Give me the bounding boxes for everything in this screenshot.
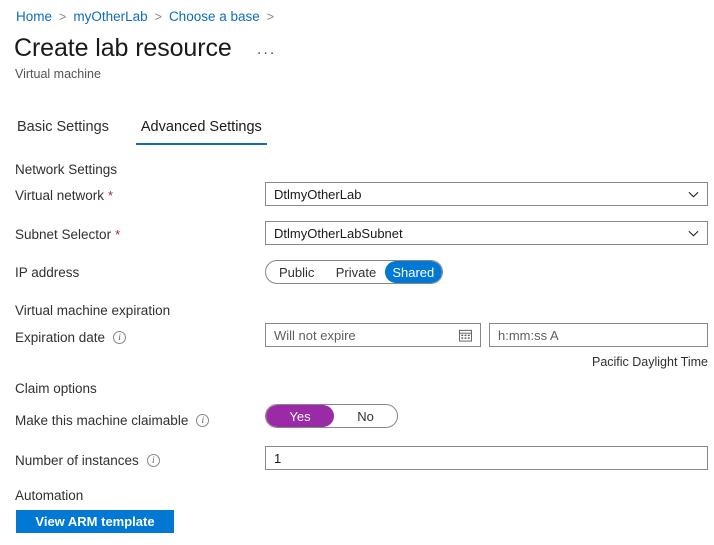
page-header: Create lab resource ··· (14, 33, 279, 64)
subnet-selector-select[interactable]: DtlmyOtherLabSubnet (265, 221, 708, 245)
section-heading-vm-expiration: Virtual machine expiration (15, 303, 171, 318)
label-expiration-date-text: Expiration date (15, 330, 106, 345)
required-asterisk: * (108, 188, 114, 203)
label-ip-address-text: IP address (15, 265, 80, 280)
label-number-of-instances-text: Number of instances (15, 453, 139, 468)
tab-advanced-settings[interactable]: Advanced Settings (135, 118, 267, 145)
label-make-machine-claimable: Make this machine claimable i (15, 412, 210, 429)
breadcrumb-item-home[interactable]: Home (16, 9, 52, 25)
claimable-toggle-group: Yes No (265, 404, 398, 428)
breadcrumb-separator-icon: > (154, 10, 162, 24)
section-heading-claim-options: Claim options (15, 381, 97, 396)
label-virtual-network: Virtual network * (15, 187, 113, 204)
number-of-instances-input[interactable]: 1 (265, 446, 708, 470)
breadcrumb-item-choose-a-base[interactable]: Choose a base (169, 9, 260, 25)
breadcrumb-separator-icon: > (59, 10, 67, 24)
required-asterisk: * (115, 227, 121, 242)
view-arm-template-button[interactable]: View ARM template (16, 510, 174, 533)
expiration-date-input[interactable]: Will not expire (265, 323, 481, 347)
breadcrumb: Home > myOtherLab > Choose a base > (16, 9, 281, 25)
expiration-time-input[interactable]: h:mm:ss A (489, 323, 708, 347)
claimable-option-no[interactable]: No (334, 405, 397, 427)
expiration-date-placeholder: Will not expire (274, 327, 356, 343)
label-expiration-date: Expiration date i (15, 329, 127, 346)
virtual-network-value: DtlmyOtherLab (274, 186, 362, 202)
subnet-selector-value: DtlmyOtherLabSubnet (274, 225, 403, 241)
page-title: Create lab resource (14, 34, 232, 62)
label-ip-address: IP address (15, 264, 79, 281)
ip-address-option-shared[interactable]: Shared (384, 261, 442, 283)
label-virtual-network-text: Virtual network (15, 188, 105, 203)
label-subnet-selector: Subnet Selector * (15, 226, 120, 243)
label-number-of-instances: Number of instances i (15, 452, 160, 469)
claimable-option-yes[interactable]: Yes (266, 405, 334, 427)
settings-tablist: Basic Settings Advanced Settings (15, 118, 267, 145)
ip-address-option-public[interactable]: Public (266, 261, 327, 283)
timezone-note: Pacific Daylight Time (591, 355, 708, 369)
chevron-down-icon (688, 189, 699, 200)
info-icon[interactable]: i (113, 331, 127, 344)
page-subtitle: Virtual machine (15, 67, 101, 81)
section-heading-network-settings: Network Settings (15, 162, 118, 177)
label-subnet-selector-text: Subnet Selector (15, 227, 112, 242)
chevron-down-icon (688, 228, 699, 239)
expiration-time-placeholder: h:mm:ss A (498, 327, 559, 343)
calendar-icon[interactable] (459, 329, 472, 342)
info-icon[interactable]: i (196, 414, 210, 427)
info-icon[interactable]: i (146, 454, 160, 467)
ip-address-choice-group: Public Private Shared (265, 260, 443, 284)
section-heading-automation: Automation (15, 488, 84, 503)
label-make-machine-claimable-text: Make this machine claimable (15, 413, 189, 428)
more-options-icon[interactable]: ··· (254, 45, 280, 60)
breadcrumb-item-lab[interactable]: myOtherLab (73, 9, 147, 25)
breadcrumb-separator-icon: > (266, 10, 275, 24)
number-of-instances-value: 1 (274, 450, 282, 466)
virtual-network-select[interactable]: DtlmyOtherLab (265, 182, 708, 206)
ip-address-option-private[interactable]: Private (327, 261, 384, 283)
tab-basic-settings[interactable]: Basic Settings (15, 118, 111, 145)
